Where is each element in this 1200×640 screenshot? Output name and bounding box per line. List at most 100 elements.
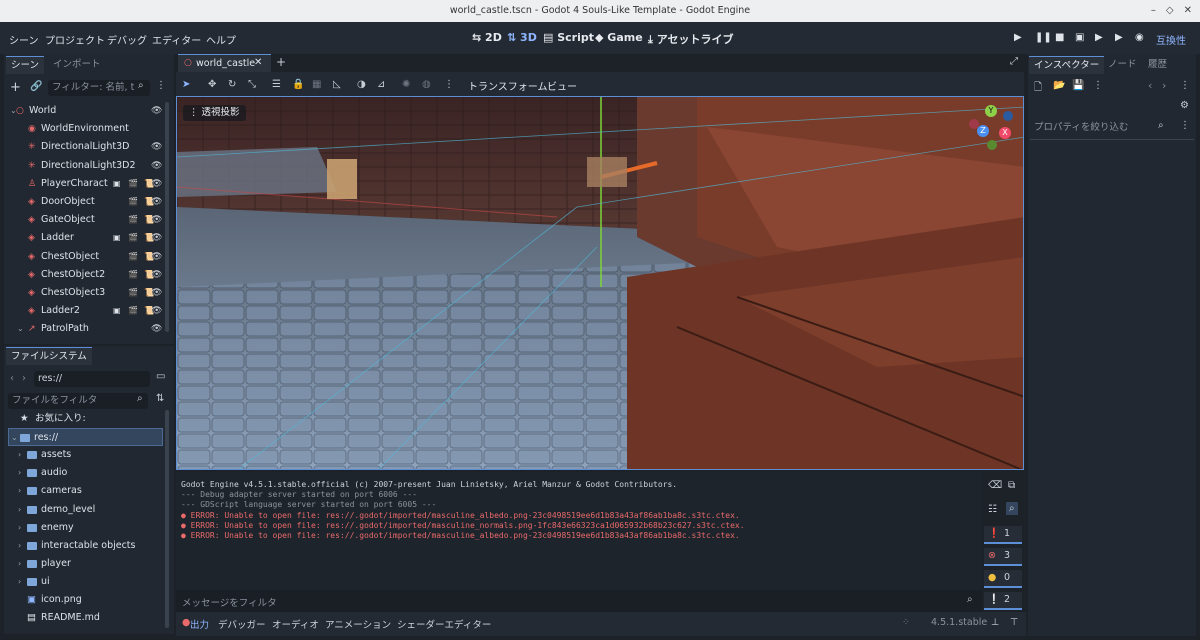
search-toggle-icon[interactable]: ⌕ <box>1006 502 1018 515</box>
res-root-row[interactable]: ⌄ res:// <box>8 428 163 446</box>
view-gizmo[interactable]: Y Z X <box>969 105 1015 151</box>
node-badge-icon[interactable]: 🎬 <box>128 175 138 193</box>
menu-debug[interactable]: デバッグ <box>107 32 147 47</box>
folder-row[interactable]: › assets <box>10 446 160 464</box>
filesystem-scrollbar[interactable] <box>165 410 169 628</box>
gizmo-z-axis[interactable]: Z <box>977 125 989 137</box>
viewport-options-icon[interactable]: ⋮ <box>444 79 454 90</box>
tab-shader-editor[interactable]: シェーダーエディター <box>397 617 491 631</box>
filter-messages-button[interactable]: ❗ 1 <box>984 526 1022 544</box>
folder-row[interactable]: › demo_level <box>10 501 160 519</box>
history-back-icon[interactable]: ‹ <box>1148 79 1152 92</box>
back-icon[interactable]: ‹ <box>10 373 14 384</box>
workspace-script-button[interactable]: ▤ Script <box>543 31 594 44</box>
pause-icon[interactable]: ❚❚ <box>1035 32 1052 43</box>
workspace-3d-button[interactable]: ⇅ 3D <box>507 31 537 44</box>
node-badge-icon[interactable]: ▣ <box>113 302 121 320</box>
scene-node-row[interactable]: ◈ GateObject 🎬 📜 👁 <box>8 211 168 229</box>
scene-node-row[interactable]: ⌄ ○ World 👁 <box>8 102 168 120</box>
expand-arrow-icon[interactable]: › <box>18 446 21 464</box>
menu-help[interactable]: ヘルプ <box>206 32 236 47</box>
visibility-eye-icon[interactable]: 👁 <box>151 175 162 193</box>
stop-icon[interactable]: ■ <box>1055 32 1064 43</box>
folder-row[interactable]: › ui <box>10 573 160 591</box>
expand-arrow-icon[interactable]: › <box>18 537 21 555</box>
environment-preview-icon[interactable]: ◍ <box>422 79 431 90</box>
menu-project[interactable]: プロジェクト <box>45 32 105 47</box>
scene-node-row[interactable]: ◈ Ladder ▣ 🎬 📜 👁 <box>8 229 168 247</box>
visibility-eye-icon[interactable]: 👁 <box>151 211 162 229</box>
renderer-select[interactable]: 互換性 <box>1156 32 1186 47</box>
scene-node-row[interactable]: ✳ DirectionalLight3D 👁 <box>8 138 168 156</box>
open-resource-icon[interactable]: 📂 <box>1053 80 1065 91</box>
folder-row[interactable]: › cameras <box>10 482 160 500</box>
message-filter-input[interactable]: メッセージをフィルタ <box>182 595 277 609</box>
visibility-eye-icon[interactable]: 👁 <box>151 302 162 320</box>
node-badge-icon[interactable]: 🎬 <box>128 211 138 229</box>
tab-inspector[interactable]: インスペクター <box>1029 56 1105 74</box>
scene-node-row[interactable]: ⌄ ↗ PatrolPath 👁 <box>8 320 168 338</box>
minimize-icon[interactable]: – <box>1151 0 1156 22</box>
clear-output-icon[interactable]: ⌫ <box>988 480 1002 491</box>
menu-editor[interactable]: エディター <box>152 32 201 47</box>
group-icon[interactable]: ▦ <box>312 79 321 90</box>
sort-icon[interactable]: ⇅ <box>156 393 164 404</box>
perspective-menu[interactable]: ⋮ 透視投影 <box>183 105 246 121</box>
expand-arrow-icon[interactable]: › <box>18 519 21 537</box>
play-scene-icon[interactable]: ▶ <box>1095 32 1103 43</box>
menu-scene[interactable]: シーン <box>9 32 39 47</box>
visibility-eye-icon[interactable]: 👁 <box>151 266 162 284</box>
visibility-eye-icon[interactable]: 👁 <box>151 157 162 175</box>
close-tab-icon[interactable]: ✕ <box>254 57 262 68</box>
scene-filter-input[interactable]: フィルター: 名前, t <box>48 80 150 96</box>
visibility-eye-icon[interactable]: 👁 <box>151 284 162 302</box>
remote-debug-icon[interactable]: ▣ <box>1075 32 1084 43</box>
local-space-icon[interactable]: ◑ <box>357 79 366 90</box>
tab-import[interactable]: インポート <box>48 56 106 74</box>
expand-arrow-icon[interactable]: › <box>18 555 21 573</box>
toggle-split-icon[interactable]: ▭ <box>156 371 165 382</box>
close-icon[interactable]: ✕ <box>1184 0 1192 22</box>
visibility-eye-icon[interactable]: 👁 <box>151 193 162 211</box>
folder-row[interactable]: › audio <box>10 464 160 482</box>
scene-tab-world-castle[interactable]: ○ world_castle ✕ <box>178 54 271 72</box>
scene-node-row[interactable]: ◉ WorldEnvironment <box>8 120 168 138</box>
tab-history[interactable]: 履歴 <box>1143 56 1172 74</box>
filesystem-path-input[interactable]: res:// <box>34 371 150 387</box>
sun-preview-icon[interactable]: ✺ <box>402 79 410 90</box>
play-custom-icon[interactable]: ▶ <box>1115 32 1123 43</box>
gizmo-y-axis[interactable]: Y <box>985 105 997 117</box>
scene-node-row[interactable]: ◈ ChestObject2 🎬 📜 👁 <box>8 266 168 284</box>
scene-tree-scrollbar[interactable] <box>165 102 169 332</box>
tab-node[interactable]: ノード <box>1103 56 1142 74</box>
object-history-icon[interactable]: ⋮ <box>1180 80 1190 91</box>
snap-icon[interactable]: ⊿ <box>377 79 385 90</box>
expand-arrow-icon[interactable]: › <box>18 482 21 500</box>
visibility-eye-icon[interactable]: 👁 <box>151 248 162 266</box>
new-resource-icon[interactable]: 🗋 <box>1034 80 1042 97</box>
expand-panel-icon[interactable]: ⊤ <box>1010 617 1018 628</box>
inspector-options-icon[interactable]: ⋮ <box>1180 120 1190 131</box>
node-badge-icon[interactable]: 🎬 <box>128 248 138 266</box>
add-node-icon[interactable]: + <box>10 80 21 95</box>
expand-arrow-icon[interactable]: › <box>18 464 21 482</box>
tab-animation[interactable]: アニメーション <box>325 617 391 631</box>
view-menu[interactable]: ビュー <box>547 78 577 93</box>
save-resource-icon[interactable]: 💾 <box>1072 80 1084 91</box>
rotate-tool-icon[interactable]: ↻ <box>228 79 236 90</box>
tab-debugger[interactable]: デバッガー <box>218 617 266 631</box>
node-badge-icon[interactable]: ▣ <box>113 229 121 247</box>
forward-icon[interactable]: › <box>22 373 26 384</box>
movie-maker-icon[interactable]: ◉ <box>1135 32 1144 43</box>
workspace-game-button[interactable]: ◆ Game <box>595 31 643 44</box>
workspace-assetlib-button[interactable]: ⤓ アセットライブ <box>648 31 733 47</box>
scene-node-row[interactable]: ◈ DoorObject 🎬 📜 👁 <box>8 193 168 211</box>
node-badge-icon[interactable]: 🎬 <box>128 266 138 284</box>
transform-menu[interactable]: トランスフォーム <box>468 78 548 93</box>
history-forward-icon[interactable]: › <box>1162 79 1166 92</box>
gizmo-neg-z[interactable] <box>1003 111 1013 121</box>
pin-icon[interactable]: ⊥ <box>991 617 999 628</box>
expand-arrow-icon[interactable]: › <box>18 501 21 519</box>
distraction-free-icon[interactable]: ⤢ <box>1010 56 1018 67</box>
tab-output[interactable]: 出力 <box>190 617 209 631</box>
